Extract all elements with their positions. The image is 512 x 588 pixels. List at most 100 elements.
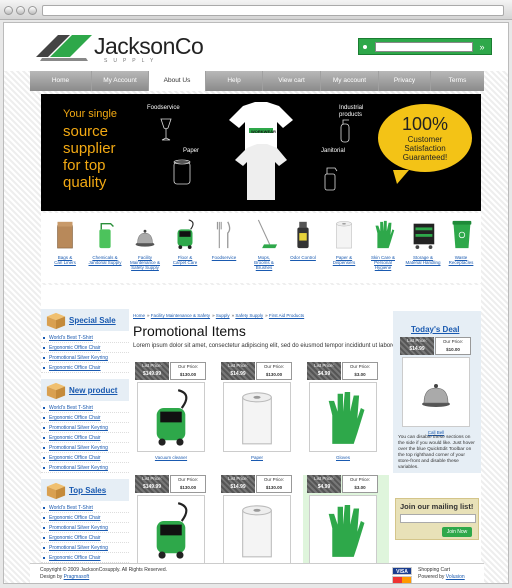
- breadcrumb-link[interactable]: Safety Supply: [235, 313, 263, 318]
- sidebar-link[interactable]: World's Best T-Shirt: [41, 333, 129, 343]
- product-link[interactable]: Vacuum cleaner: [135, 455, 207, 460]
- sidebar-link[interactable]: Ergonomic Office Chair: [41, 433, 129, 443]
- sidebar-link[interactable]: Ergonomic Office Chair: [41, 513, 129, 523]
- category-5[interactable]: Mops, Brooms & Brushes: [244, 215, 284, 270]
- address-bar[interactable]: [42, 5, 504, 16]
- badge-percent: 100%: [401, 114, 449, 134]
- search-input[interactable]: [375, 42, 473, 52]
- category-10[interactable]: Waste Receptacles: [441, 215, 481, 265]
- category-6[interactable]: Odor Control: [283, 215, 323, 260]
- paper-roll-icon: [242, 505, 272, 558]
- sidebar-section-1: New product World's Best T-Shirt Ergonomic…: [41, 379, 129, 473]
- sidebar-link[interactable]: Ergonomic Office Chair: [41, 363, 129, 373]
- hero-line-4: for top: [63, 157, 106, 174]
- category-7[interactable]: Paper & Dispensers: [324, 215, 364, 265]
- sidebar-link[interactable]: Ergonomic Office Chair: [41, 343, 129, 353]
- product-image[interactable]: [137, 495, 205, 565]
- product-image[interactable]: [309, 495, 377, 565]
- sidebar-title[interactable]: Special Sale: [69, 316, 116, 325]
- product-link[interactable]: Paper: [221, 455, 293, 460]
- nav-terms[interactable]: Terms: [431, 71, 484, 91]
- breadcrumb-link[interactable]: Home: [133, 313, 145, 318]
- our-price: Our Price: $3.00: [342, 475, 378, 493]
- category-label[interactable]: Facility Maintenance & Safety Supply: [125, 255, 165, 270]
- deal-title[interactable]: Today's Deal: [411, 325, 459, 334]
- category-label[interactable]: Mops, Brooms & Brushes: [244, 255, 284, 270]
- mailing-email-input[interactable]: [400, 514, 476, 523]
- product-card: List Price: $14.99 Our Price: $130.00 Paper: [221, 362, 301, 472]
- nav-view-cart[interactable]: View cart: [263, 71, 321, 91]
- breadcrumb-link[interactable]: First Aid Products: [269, 313, 304, 318]
- bin-icon: [452, 220, 472, 249]
- breadcrumb-link[interactable]: Facility Maintenance & Safety: [151, 313, 210, 318]
- paper-roll-outline-icon: [173, 159, 191, 185]
- deal-list-price: List Price: $14.99: [400, 337, 434, 355]
- category-8[interactable]: Skin Care & Personal Hygiene: [363, 215, 403, 270]
- sidebar-link[interactable]: Promotional Silver Keyring: [41, 463, 129, 473]
- sidebar-title[interactable]: Top Sales: [69, 486, 106, 495]
- left-sidebar: Special Sale World's Best T-Shirt Ergonomi…: [41, 285, 129, 579]
- sidebar-link[interactable]: Ergonomic Office Chair: [41, 533, 129, 543]
- category-1[interactable]: Chemicals & Janitorial Supply: [85, 215, 125, 265]
- category-4[interactable]: Foodservice: [204, 215, 244, 260]
- nav-my-account[interactable]: My Account: [92, 71, 149, 91]
- category-label[interactable]: Floor & Carpet Care: [165, 255, 205, 265]
- logo-icon[interactable]: [36, 31, 92, 61]
- brand-name[interactable]: JacksonCo: [94, 33, 204, 60]
- footer-powered-link[interactable]: Volusion: [446, 574, 465, 580]
- category-label[interactable]: Skin Care & Personal Hygiene: [363, 255, 403, 270]
- sidebar-link[interactable]: Promotional Silver Keyring: [41, 523, 129, 533]
- our-price: Our Price: $130.00: [170, 362, 206, 380]
- category-3[interactable]: Floor & Carpet Care: [165, 215, 205, 265]
- back-icon[interactable]: [4, 6, 13, 15]
- category-label[interactable]: Waste Receptacles: [441, 255, 481, 265]
- product-image[interactable]: [223, 495, 291, 565]
- browser-chrome: [0, 0, 512, 20]
- category-label[interactable]: Chemicals & Janitorial Supply: [85, 255, 125, 265]
- nav-help[interactable]: Help: [206, 71, 263, 91]
- deal-ours-value: $10.00: [446, 347, 460, 352]
- deal-list-value: $14.99: [409, 346, 425, 352]
- search-go-button[interactable]: »: [476, 42, 488, 52]
- list-price-value: $14.99: [230, 484, 246, 490]
- sidebar-link[interactable]: World's Best T-Shirt: [41, 403, 129, 413]
- hero-banner[interactable]: Your single source supplier for top qual…: [41, 94, 481, 211]
- category-label[interactable]: Foodservice: [204, 255, 244, 260]
- sidebar-link[interactable]: Ergonomic Office Chair: [41, 553, 129, 563]
- nav-home[interactable]: Home: [30, 71, 92, 91]
- category-0[interactable]: Bags & Can Liners: [45, 215, 85, 265]
- forward-icon[interactable]: [16, 6, 25, 15]
- sidebar-link[interactable]: Ergonomic Office Chair: [41, 453, 129, 463]
- reload-icon[interactable]: [28, 6, 37, 15]
- spray-outline-icon: [324, 167, 338, 191]
- sidebar-link[interactable]: World's Best T-Shirt: [41, 503, 129, 513]
- category-label[interactable]: Paper & Dispensers: [324, 255, 364, 265]
- product-image[interactable]: [137, 382, 205, 452]
- category-label[interactable]: Storage & Material Handling: [403, 255, 443, 265]
- category-9[interactable]: Storage & Material Handling: [403, 215, 443, 265]
- product-image[interactable]: [223, 382, 291, 452]
- footer-design-link[interactable]: Pragmasoft: [64, 574, 90, 580]
- badge-line-3: Guaranteed!: [402, 153, 448, 162]
- sidebar-title[interactable]: New product: [69, 386, 117, 395]
- nav-about-us[interactable]: About Us: [149, 71, 206, 91]
- sidebar-link[interactable]: Promotional Silver Keyring: [41, 443, 129, 453]
- join-now-button[interactable]: Join Now: [442, 527, 472, 537]
- category-label[interactable]: Bags & Can Liners: [45, 255, 85, 265]
- breadcrumb-link[interactable]: Supply: [216, 313, 230, 318]
- category-2[interactable]: Facility Maintenance & Safety Supply: [125, 215, 165, 270]
- product-link[interactable]: Gloves: [307, 455, 379, 460]
- product-image[interactable]: [309, 382, 377, 452]
- hero-line-1: Your single: [63, 108, 118, 120]
- sidebar-link[interactable]: Ergonomic Office Chair: [41, 413, 129, 423]
- category-label[interactable]: Odor Control: [283, 255, 323, 260]
- nav-privacy[interactable]: Privacy: [379, 71, 431, 91]
- browser-viewport: JacksonCo SUPPLY » Home My Account About…: [3, 22, 509, 584]
- deal-our-price: Our Price: $10.00: [435, 337, 471, 355]
- sidebar-link[interactable]: Promotional Silver Keyring: [41, 423, 129, 433]
- sidebar-link[interactable]: Promotional Silver Keyring: [41, 543, 129, 553]
- deal-card: List Price: $14.99 Our Price: $10.00 Call …: [400, 337, 474, 435]
- deal-image[interactable]: [402, 357, 470, 427]
- sidebar-link[interactable]: Promotional Silver Keyring: [41, 353, 129, 363]
- nav-my-account-2[interactable]: My account: [321, 71, 379, 91]
